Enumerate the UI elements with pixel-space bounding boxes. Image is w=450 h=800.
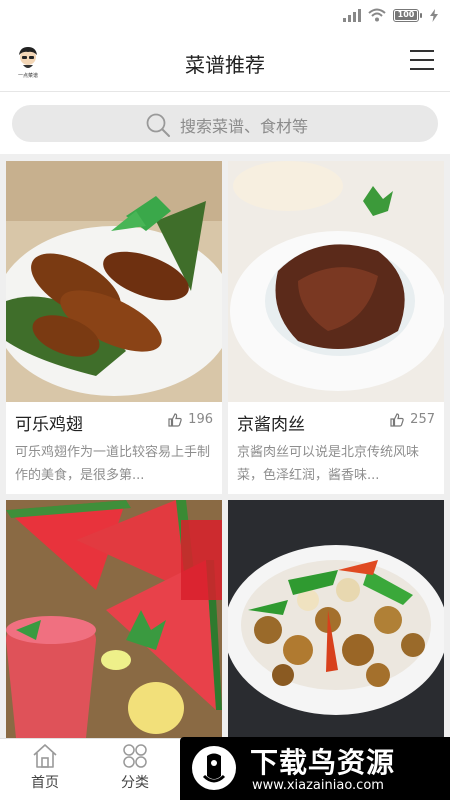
like-count[interactable]: 257 [390,412,435,427]
search-section: 搜索菜谱、食材等 [0,92,450,154]
recipe-card[interactable] [6,500,222,738]
recipe-image [228,161,444,402]
wifi-icon [368,8,386,22]
search-placeholder: 搜索菜谱、食材等 [180,117,309,136]
home-icon [33,744,57,768]
bolt-icon [430,8,438,22]
recipe-image [6,500,222,738]
recipe-title: 京酱肉丝 [237,415,305,435]
category-icon [123,744,147,768]
recipe-description: 可乐鸡翅作为一道比较容易上手制作的美食，是很多第... [15,445,211,483]
watermark-logo [192,746,236,790]
thumbs-up-icon [390,412,404,427]
like-count-value: 196 [188,412,213,427]
thumbs-up-icon [168,412,182,427]
watermark-banner: 下载鸟资源 www.xiazainiao.com [180,737,450,800]
like-count[interactable]: 196 [168,412,213,427]
signal-icon [343,8,361,22]
tab-category[interactable]: 分类 [90,739,180,800]
recipe-image [6,161,222,402]
status-icons: 100 [343,8,438,22]
like-count-value: 257 [410,412,435,427]
app-header: 一点菜谱 菜谱推荐 [0,34,450,92]
recipe-card[interactable]: 京酱肉丝 257 京酱肉丝可以说是北京传统风味菜，色泽红润，酱香味... [228,161,444,494]
tab-category-label: 分类 [121,775,149,791]
search-icon [146,113,170,137]
battery-icon: 100 [393,8,422,22]
recipe-title: 可乐鸡翅 [15,415,83,435]
watermark-url: www.xiazainiao.com [252,778,384,793]
tab-home-label: 首页 [31,775,59,791]
search-input[interactable]: 搜索菜谱、食材等 [12,105,438,142]
menu-icon[interactable] [410,50,434,72]
status-bar: 100 [0,0,450,34]
recipe-description: 京酱肉丝可以说是北京传统风味菜，色泽红润，酱香味... [237,445,420,483]
recipe-card[interactable]: 可乐鸡翅 196 可乐鸡翅作为一道比较容易上手制作的美食，是很多第... [6,161,222,494]
recipe-image [228,500,444,738]
watermark-title: 下载鸟资源 [250,746,396,779]
battery-level: 100 [397,9,415,19]
recipe-card[interactable] [228,500,444,738]
tab-home[interactable]: 首页 [0,739,90,800]
page-title: 菜谱推荐 [185,53,265,77]
